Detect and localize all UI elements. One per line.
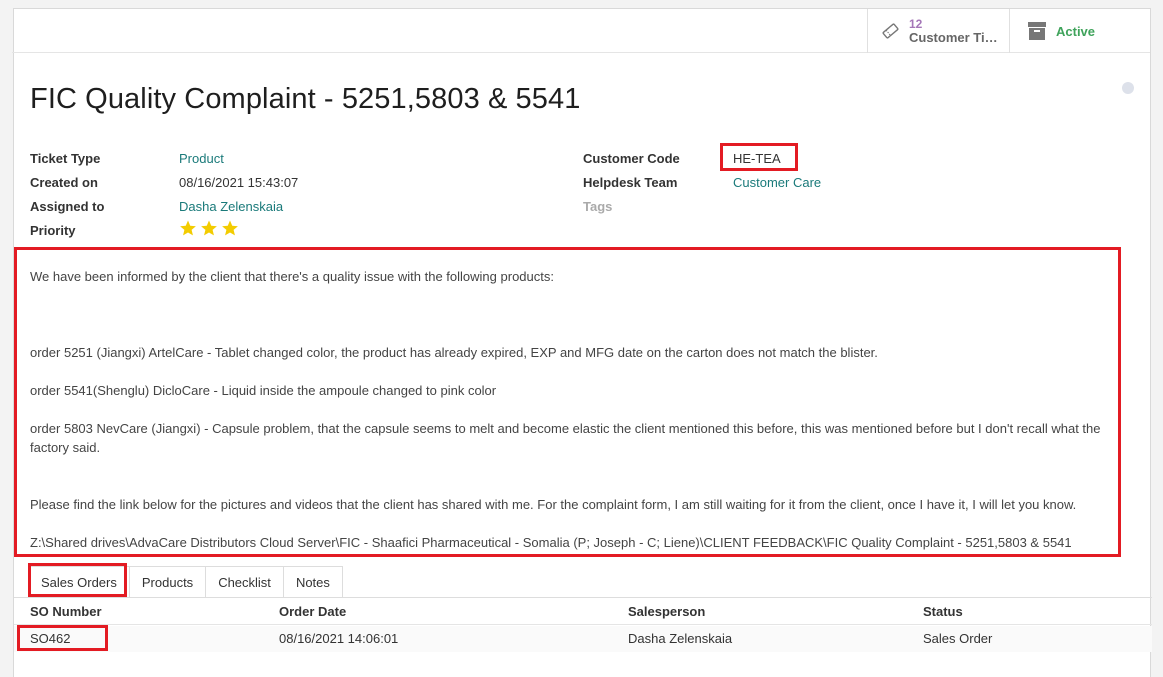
tickets-label: Customer Tic... [909, 31, 999, 45]
tab-products[interactable]: Products [129, 566, 207, 598]
star-icon[interactable] [200, 219, 218, 237]
so-number-highlight [17, 625, 108, 651]
created-on-value: 08/16/2021 15:43:07 [179, 175, 299, 190]
priority-stars[interactable] [179, 219, 239, 237]
ticket-title[interactable]: FIC Quality Complaint - 5251,5803 & 5541 [30, 83, 580, 116]
star-icon[interactable] [179, 219, 197, 237]
table-header: SO Number Order Date Salesperson Status [14, 598, 1152, 625]
column-header-so-number[interactable]: SO Number [30, 604, 102, 619]
active-label: Active [1056, 23, 1096, 39]
description-line: We have been informed by the client that… [30, 269, 554, 284]
button-box: 12 Customer Tic... Active [12, 9, 1150, 53]
active-toggle-button[interactable]: Active [1009, 9, 1150, 53]
ticket-type-value[interactable]: Product [179, 151, 224, 166]
assigned-to-label: Assigned to [30, 199, 105, 214]
assigned-to-value[interactable]: Dasha Zelenskaia [179, 199, 283, 214]
star-icon[interactable] [221, 219, 239, 237]
order-date-cell: 08/16/2021 14:06:01 [279, 631, 399, 646]
customer-code-highlight [720, 143, 798, 171]
created-on-label: Created on [30, 175, 98, 190]
description-line: order 5803 NevCare (Jiangxi) - Capsule p… [30, 421, 1101, 436]
tickets-count: 12 [909, 17, 923, 31]
helpdesk-team-label: Helpdesk Team [583, 175, 678, 190]
table-row[interactable]: SO462 08/16/2021 14:06:01 Dasha Zelenska… [14, 626, 1152, 652]
column-header-status[interactable]: Status [923, 604, 963, 619]
ticket-icon [882, 23, 899, 39]
description-line: factory said. [30, 440, 101, 455]
status-cell: Sales Order [923, 631, 993, 646]
sales-orders-tab-highlight [28, 563, 127, 597]
tab-notes[interactable]: Notes [283, 566, 343, 598]
description-line: Please find the link below for the pictu… [30, 497, 1077, 512]
priority-label: Priority [30, 223, 76, 238]
salesperson-cell: Dasha Zelenskaia [628, 631, 733, 646]
archive-icon [1028, 22, 1046, 40]
ticket-type-label: Ticket Type [30, 151, 101, 166]
description-line: order 5251 (Jiangxi) ArtelCare - Tablet … [30, 345, 878, 360]
description-line: Z:\Shared drives\AdvaCare Distributors C… [30, 535, 1072, 550]
description-line: order 5541(Shenglu) DicloCare - Liquid i… [30, 383, 497, 398]
form-sheet: 12 Customer Tic... Active FIC Quality Co… [12, 8, 1152, 677]
kanban-state-indicator[interactable] [1122, 82, 1134, 94]
tab-checklist[interactable]: Checklist [206, 566, 284, 598]
customer-code-label: Customer Code [583, 151, 680, 166]
helpdesk-team-value[interactable]: Customer Care [733, 175, 821, 190]
tags-label: Tags [583, 199, 613, 214]
column-header-order-date[interactable]: Order Date [279, 604, 346, 619]
column-header-salesperson[interactable]: Salesperson [628, 604, 705, 619]
customer-tickets-button[interactable]: 12 Customer Tic... [867, 9, 1009, 53]
